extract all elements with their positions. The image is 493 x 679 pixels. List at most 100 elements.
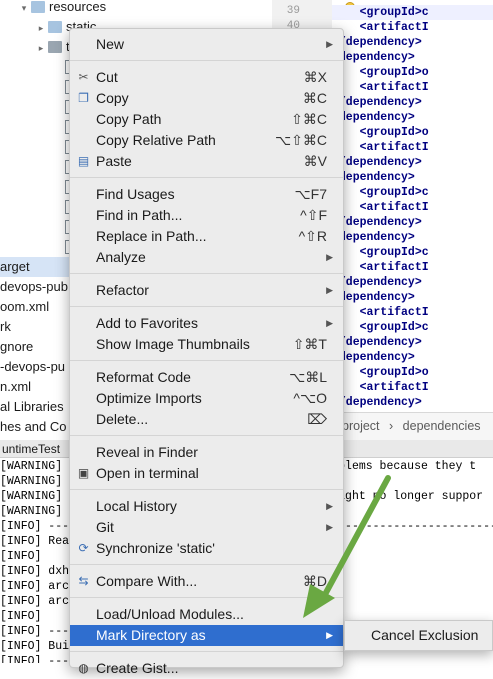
code-line[interactable]: </dependency> bbox=[332, 95, 493, 110]
menu-item-mark-directory-as[interactable]: Mark Directory as ▶ bbox=[70, 625, 343, 646]
run-tab-label[interactable]: untimeTest bbox=[2, 442, 60, 456]
menu-separator bbox=[70, 435, 343, 436]
menu-item-cut[interactable]: ✂ Cut ⌘X bbox=[70, 67, 343, 88]
menu-item-synchronize-static[interactable]: ⟳ Synchronize 'static' bbox=[70, 538, 343, 559]
code-line[interactable]: <groupId>c bbox=[332, 5, 493, 20]
code-line[interactable]: </dependency> bbox=[332, 275, 493, 290]
tree-item-label: -devops-pu bbox=[0, 359, 66, 374]
menu-item-copy-relative-path[interactable]: Copy Relative Path ⌥⇧⌘C bbox=[70, 130, 343, 151]
gist-icon: ◍ bbox=[78, 661, 89, 675]
submenu-arrow-icon: ▶ bbox=[326, 501, 333, 511]
menu-item-find-in-path[interactable]: Find in Path... ^⇧F bbox=[70, 205, 343, 226]
code-line[interactable]: </dependency> bbox=[332, 335, 493, 350]
code-line[interactable]: </dependency> bbox=[332, 395, 493, 410]
code-line[interactable]: <groupId>o bbox=[332, 365, 493, 380]
menu-item-analyze[interactable]: Analyze ▶ bbox=[70, 247, 343, 268]
menu-item-shortcut: ⌘X bbox=[303, 69, 327, 85]
menu-item-load-unload-modules[interactable]: Load/Unload Modules... bbox=[70, 604, 343, 625]
menu-item-refactor[interactable]: Refactor ▶ bbox=[70, 280, 343, 301]
menu-item-label: Paste bbox=[96, 153, 132, 169]
code-line[interactable]: <artifactI bbox=[332, 20, 493, 35]
menu-item-copy-path[interactable]: Copy Path ⇧⌘C bbox=[70, 109, 343, 130]
menu-item-shortcut: ^⇧F bbox=[300, 207, 327, 223]
menu-item-add-to-favorites[interactable]: Add to Favorites ▶ bbox=[70, 313, 343, 334]
menu-item-reveal-in-finder[interactable]: Reveal in Finder bbox=[70, 442, 343, 463]
menu-item-local-history[interactable]: Local History ▶ bbox=[70, 496, 343, 517]
menu-item-shortcut: ⌘C bbox=[302, 90, 327, 106]
menu-item-shortcut: ⌘D bbox=[302, 573, 327, 589]
code-line[interactable]: <groupId>o bbox=[332, 65, 493, 80]
chevron-down-icon[interactable]: ▾ bbox=[17, 0, 31, 18]
code-area[interactable]: <groupId>c <artifactI </dependency> <depen… bbox=[332, 0, 493, 412]
menu-item-create-gist[interactable]: ◍ Create Gist... bbox=[70, 658, 343, 679]
chevron-right-icon[interactable]: ▸ bbox=[34, 38, 48, 58]
menu-separator bbox=[70, 273, 343, 274]
menu-item-replace-in-path[interactable]: Replace in Path... ^⇧R bbox=[70, 226, 343, 247]
terminal-icon: ▣ bbox=[77, 466, 90, 480]
menu-item-label: Compare With... bbox=[96, 573, 198, 589]
menu-item-open-in-terminal[interactable]: ▣ Open in terminal bbox=[70, 463, 343, 484]
menu-item-label: Local History bbox=[96, 498, 177, 514]
menu-item-new[interactable]: New ▶ bbox=[70, 34, 343, 55]
console-line: [INFO] bbox=[0, 550, 42, 563]
menu-item-label: Reveal in Finder bbox=[96, 444, 198, 460]
menu-item-shortcut: ⇧⌘C bbox=[291, 111, 327, 127]
code-line[interactable]: <dependency> bbox=[332, 290, 493, 305]
menu-item-paste[interactable]: ▤ Paste ⌘V bbox=[70, 151, 343, 172]
breadcrumb-project[interactable]: project bbox=[342, 419, 380, 433]
menu-item-label: Open in terminal bbox=[96, 465, 199, 481]
tree-item-label: gnore bbox=[0, 339, 34, 354]
menu-item-copy[interactable]: ❐ Copy ⌘C bbox=[70, 88, 343, 109]
code-line[interactable]: <groupId>c bbox=[332, 245, 493, 260]
code-line[interactable]: <artifactI bbox=[332, 80, 493, 95]
code-line[interactable]: <artifactI bbox=[332, 380, 493, 395]
code-line[interactable]: <groupId>o bbox=[332, 125, 493, 140]
code-line[interactable]: </dependency> bbox=[332, 35, 493, 50]
console-line: [INFO] Buil bbox=[0, 640, 76, 653]
menu-item-compare-with[interactable]: ⇆ Compare With... ⌘D bbox=[70, 571, 343, 592]
code-line[interactable]: <artifactI bbox=[332, 200, 493, 215]
menu-item-show-image-thumbnails[interactable]: Show Image Thumbnails ⇧⌘T bbox=[70, 334, 343, 355]
menu-item-optimize-imports[interactable]: Optimize Imports ^⌥O bbox=[70, 388, 343, 409]
menu-separator bbox=[70, 651, 343, 652]
code-line[interactable]: <dependency> bbox=[332, 170, 493, 185]
code-line[interactable]: <artifactI bbox=[332, 260, 493, 275]
folder-icon bbox=[48, 20, 62, 33]
code-line[interactable]: <dependency> bbox=[332, 350, 493, 365]
code-line[interactable]: <dependency> bbox=[332, 110, 493, 125]
breadcrumb-dependencies[interactable]: dependencies bbox=[403, 419, 481, 433]
menu-item-label: Copy Relative Path bbox=[96, 132, 216, 148]
menu-item-shortcut: ⌘V bbox=[303, 153, 327, 169]
menu-item-label: Mark Directory as bbox=[96, 627, 206, 643]
tree-item-label: devops-pub bbox=[0, 279, 68, 294]
menu-item-label: Git bbox=[96, 519, 114, 535]
tree-item-label: resources bbox=[49, 0, 107, 14]
menu-item-label: Load/Unload Modules... bbox=[96, 606, 244, 622]
menu-item-reformat-code[interactable]: Reformat Code ⌥⌘L bbox=[70, 367, 343, 388]
code-line[interactable]: <groupId>c bbox=[332, 320, 493, 335]
menu-item-label: Reformat Code bbox=[96, 369, 191, 385]
code-line[interactable]: <artifactI bbox=[332, 140, 493, 155]
code-line[interactable]: </dependency> bbox=[332, 155, 493, 170]
code-line[interactable]: <dependency> bbox=[332, 230, 493, 245]
tree-item-label: n.xml bbox=[0, 379, 32, 394]
console-line: [INFO] bbox=[0, 610, 42, 623]
cancel-exclusion-item[interactable]: Cancel Exclusion bbox=[371, 627, 478, 643]
code-line[interactable]: <artifactI bbox=[332, 305, 493, 320]
menu-item-git[interactable]: Git ▶ bbox=[70, 517, 343, 538]
submenu-arrow-icon: ▶ bbox=[326, 630, 333, 640]
menu-item-label: Synchronize 'static' bbox=[96, 540, 215, 556]
breadcrumb-separator: › bbox=[389, 419, 394, 433]
submenu-arrow-icon: ▶ bbox=[326, 252, 333, 262]
menu-item-delete[interactable]: Delete... ⌦ bbox=[70, 409, 343, 430]
console-line: [INFO] arch bbox=[0, 580, 76, 593]
code-line[interactable]: </dependency> bbox=[332, 215, 493, 230]
code-line[interactable]: <groupId>c bbox=[332, 185, 493, 200]
menu-item-shortcut: ⇧⌘T bbox=[292, 336, 327, 352]
menu-item-find-usages[interactable]: Find Usages ⌥F7 bbox=[70, 184, 343, 205]
chevron-right-icon[interactable]: ▸ bbox=[34, 18, 48, 38]
menu-item-label: Copy Path bbox=[96, 111, 162, 127]
tree-item[interactable]: ▾ resources bbox=[0, 0, 272, 17]
menu-item-label: New bbox=[96, 36, 125, 52]
code-line[interactable]: <dependency> bbox=[332, 50, 493, 65]
